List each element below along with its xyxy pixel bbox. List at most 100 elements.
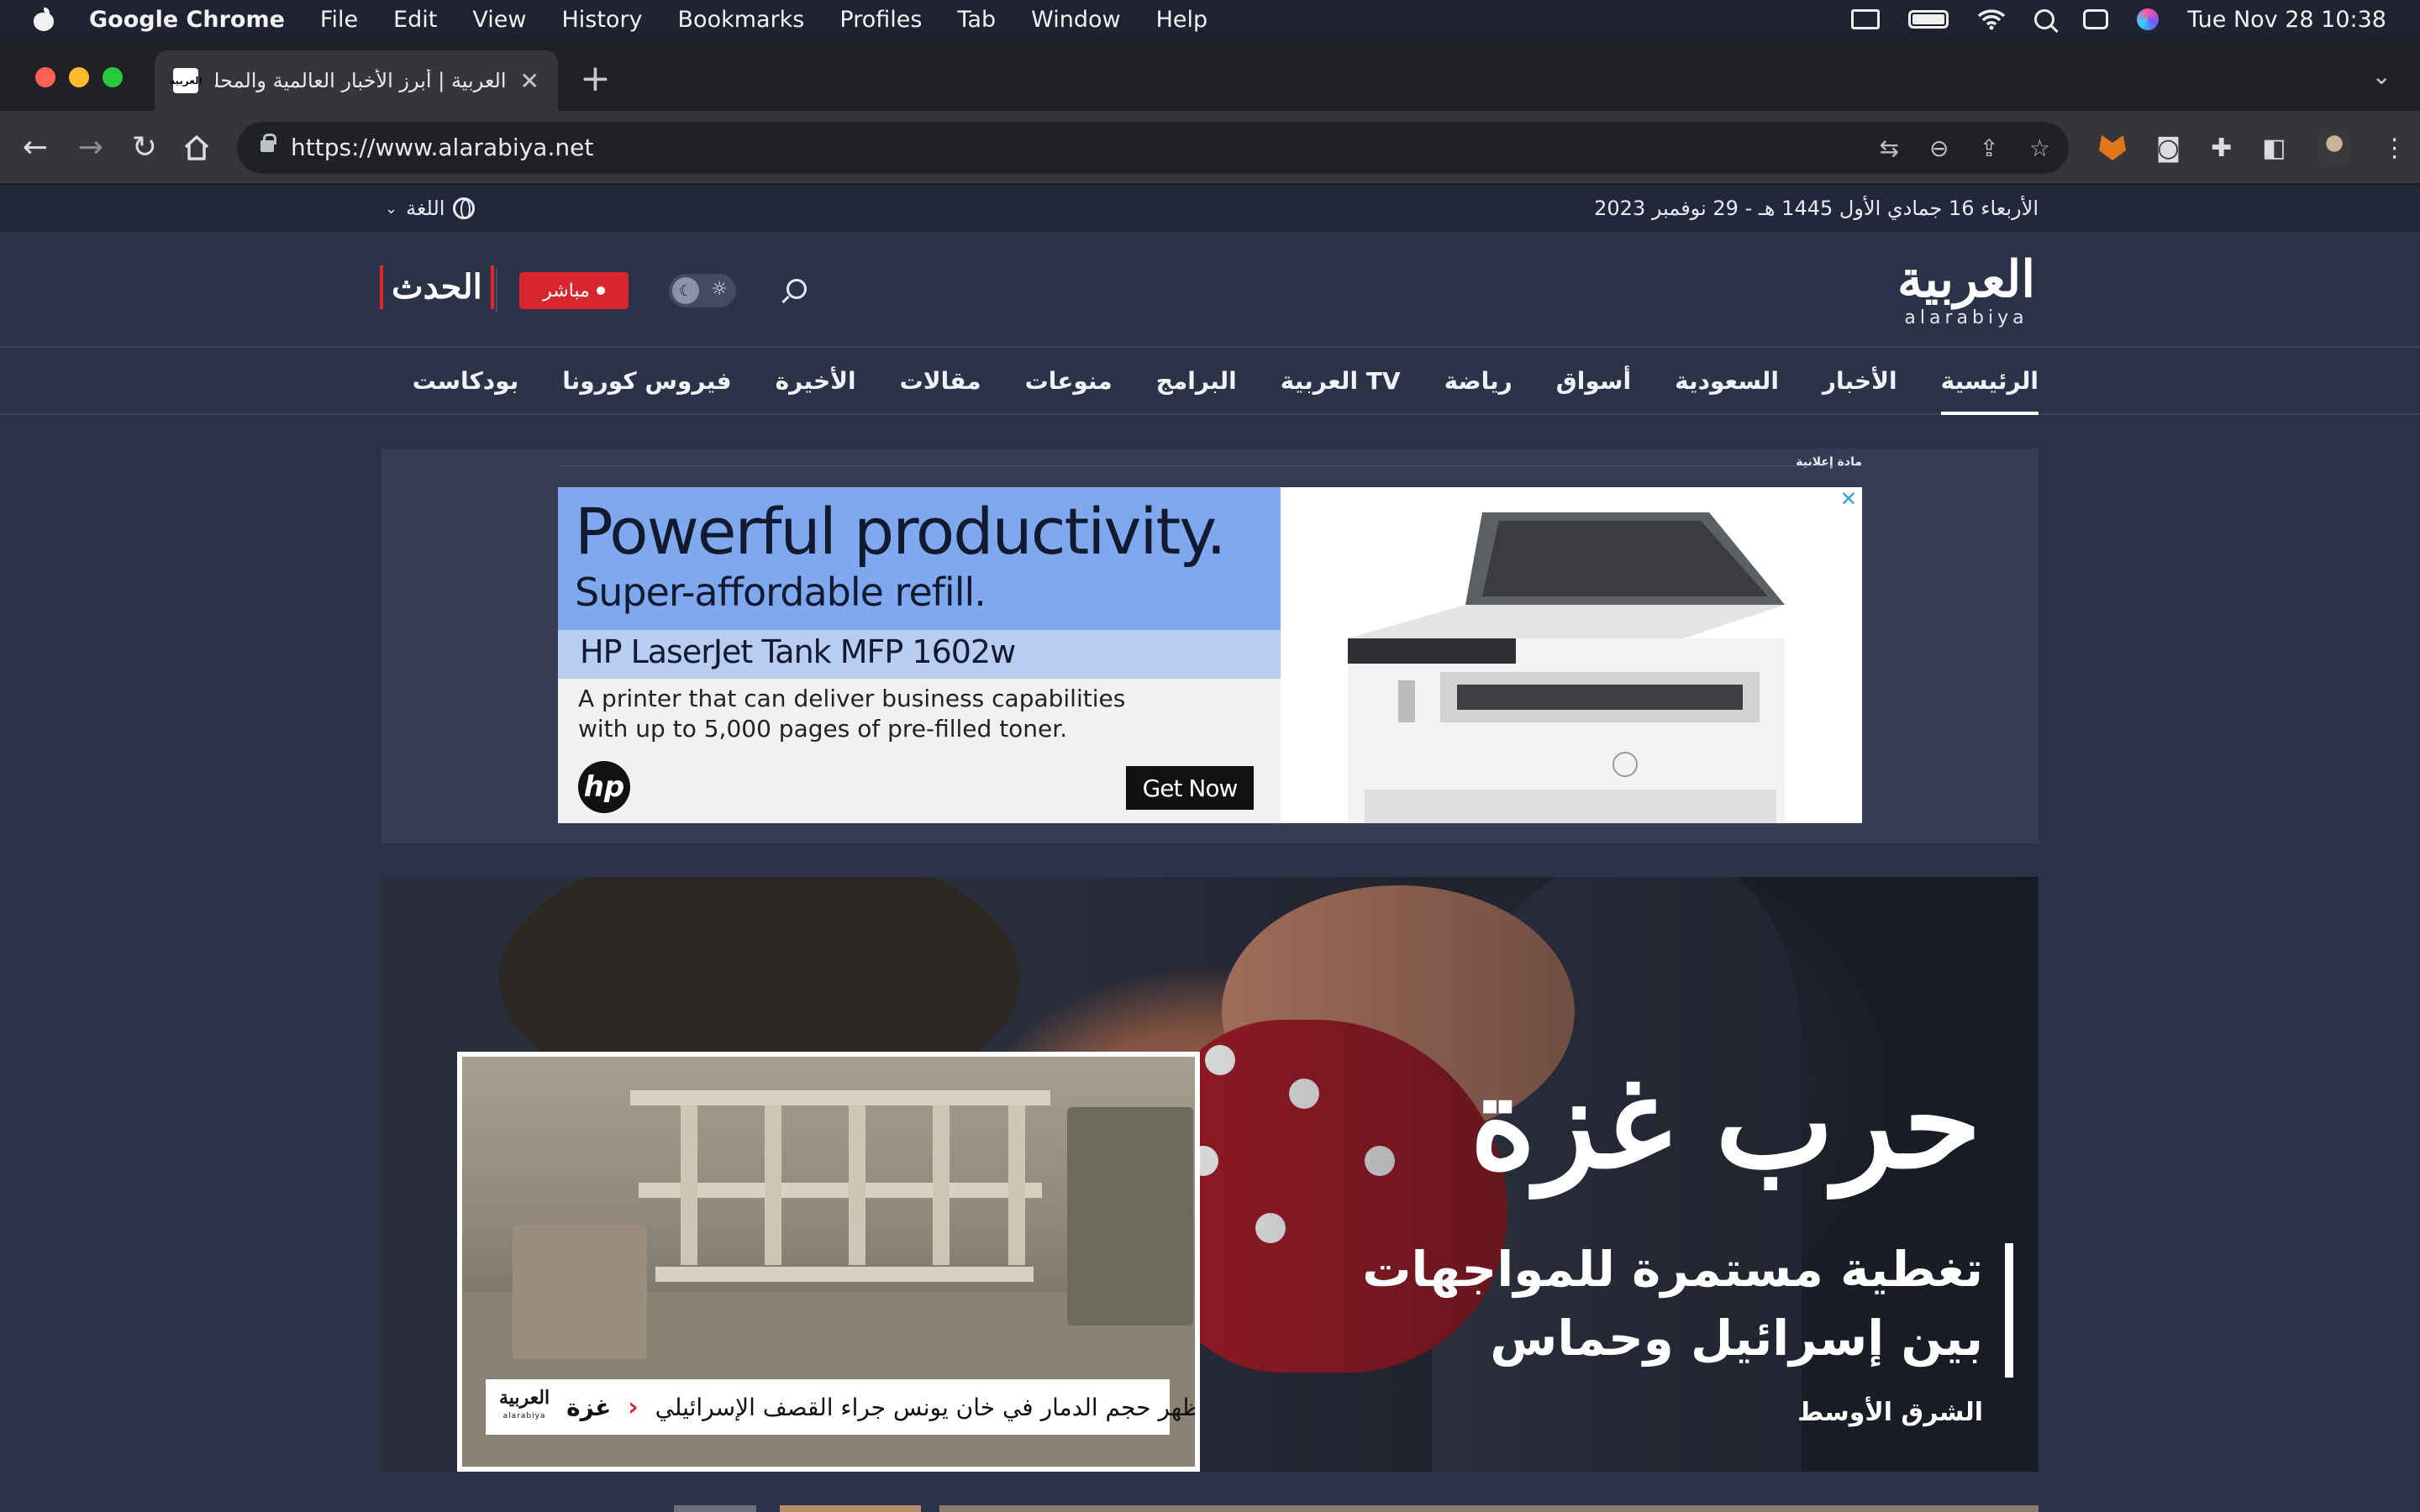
side-panel-icon[interactable]: ◧ <box>2262 134 2286 163</box>
nav-item-alarabiya-tv[interactable]: العربية TV <box>1281 348 1401 415</box>
nav-item-articles[interactable]: مقالات <box>900 348 981 415</box>
apple-menu-icon[interactable] <box>34 8 54 31</box>
alhadath-logo[interactable]: الحدث <box>380 265 494 309</box>
ad-subheadline: Super-affordable refill. <box>575 570 986 615</box>
live-dot-icon <box>596 286 605 295</box>
nav-item-saudi[interactable]: السعودية <box>1675 348 1779 415</box>
ad-label: مادة إعلانية <box>1796 455 1862 469</box>
site-header: العربية alarabiya ☾ ☼ مباشر الحدث <box>0 232 2420 348</box>
hero-subtitle[interactable]: تغطية مستمرة للمواجهات بين إسرائيل وحماس <box>1311 1235 1983 1373</box>
nav-item-home[interactable]: الرئيسية <box>1940 348 2039 415</box>
video-caption-bar[interactable]: العربية alarabiya غزة ‹ صور جوية تظهر حج… <box>486 1379 1195 1435</box>
hero-accent-bar <box>2005 1243 2013 1378</box>
reload-button[interactable]: ↻ <box>128 129 161 166</box>
menu-clock[interactable]: Tue Nov 28 10:38 <box>2187 7 2386 33</box>
menu-tab[interactable]: Tab <box>957 7 996 33</box>
nav-item-podcast[interactable]: بودكاست <box>413 348 518 415</box>
menu-view[interactable]: View <box>472 7 526 33</box>
browser-toolbar: ← → ↻ https://www.alarabiya.net ⇆ ⊖ ⇪ ☆ … <box>0 111 2420 185</box>
tab-favicon: العربية <box>169 68 203 93</box>
zoom-icon[interactable]: ⊖ <box>1929 134 1949 162</box>
menu-profiles[interactable]: Profiles <box>839 7 922 33</box>
macos-menu-bar: Google Chrome File Edit View History Boo… <box>0 0 2420 39</box>
bookmark-star-icon[interactable]: ☆ <box>2029 134 2050 162</box>
ticker-tag: غزة <box>566 1393 612 1421</box>
search-icon[interactable] <box>786 279 807 299</box>
display-icon[interactable] <box>1851 9 1881 29</box>
url-text[interactable]: https://www.alarabiya.net <box>291 122 593 174</box>
get-now-button[interactable]: Get Now <box>1126 766 1254 810</box>
next-section-thumbnail <box>674 1505 756 1512</box>
nav-item-coronavirus[interactable]: فيروس كورونا <box>562 348 731 415</box>
fullscreen-window-button[interactable] <box>103 67 123 87</box>
chevron-down-icon: ⌄ <box>385 199 398 218</box>
printer-image <box>1348 512 1785 823</box>
sun-icon: ☼ <box>711 279 728 300</box>
nav-item-sports[interactable]: رياضة <box>1444 348 1512 415</box>
chevron-left-icon: ‹ <box>628 1392 639 1422</box>
nav-item-programs[interactable]: البرامج <box>1156 348 1237 415</box>
current-date: الأربعاء 16 جمادي الأول 1445 هـ - 29 نوف… <box>1594 197 2039 220</box>
hero-banner[interactable]: العربية alarabiya غزة ‹ صور جوية تظهر حج… <box>381 877 2039 1472</box>
forward-button[interactable]: → <box>74 129 108 166</box>
globe-icon <box>453 197 476 219</box>
profile-avatar[interactable] <box>2316 130 2352 165</box>
alarabiya-logo[interactable]: العربية alarabiya <box>1897 252 2035 328</box>
battery-icon[interactable] <box>1908 10 1949 29</box>
ad-product: HP LaserJet Tank MFP 1602w <box>580 633 1016 670</box>
control-center-icon[interactable] <box>2083 9 2109 29</box>
moon-icon: ☾ <box>672 277 699 304</box>
hp-printer-ad[interactable]: Powerful productivity. Super-affordable … <box>558 487 1862 823</box>
next-section-image <box>939 1505 2039 1512</box>
nav-item-markets[interactable]: أسواق <box>1556 348 1631 415</box>
nav-item-news[interactable]: الأخبار <box>1823 348 1897 415</box>
back-button[interactable]: ← <box>18 129 52 166</box>
address-bar[interactable]: https://www.alarabiya.net ⇆ ⊖ ⇪ ☆ <box>237 122 2069 174</box>
ticker-logo: العربية alarabiya <box>499 1387 550 1420</box>
theme-toggle[interactable]: ☾ ☼ <box>669 274 736 307</box>
menu-help[interactable]: Help <box>1156 7 1208 33</box>
menu-edit[interactable]: Edit <box>393 7 437 33</box>
spotlight-icon[interactable] <box>2034 9 2055 29</box>
ad-headline: Powerful productivity. <box>575 494 1227 569</box>
menu-history[interactable]: History <box>561 7 642 33</box>
menu-file[interactable]: File <box>320 7 358 33</box>
lock-icon[interactable] <box>260 134 276 152</box>
nav-item-latest[interactable]: الأخيرة <box>776 348 856 415</box>
new-tab-button[interactable]: + <box>580 60 611 97</box>
main-navigation: الرئيسية الأخبار السعودية أسواق رياضة ال… <box>0 348 2420 415</box>
live-button[interactable]: مباشر <box>519 272 629 309</box>
tab-strip: العربية العربية | أبرز الأخبار العالمية … <box>0 39 2420 111</box>
logo-arabic: العربية <box>1897 250 2035 309</box>
home-icon[interactable] <box>182 133 212 163</box>
camera-extension-icon[interactable]: ◙ <box>2156 134 2181 163</box>
featured-video-card[interactable]: العربية alarabiya غزة ‹ صور جوية تظهر حج… <box>457 1052 1200 1472</box>
ad-close-icon[interactable]: ✕ <box>1840 487 1857 511</box>
ad-body: A printer that can deliver business capa… <box>578 685 1126 743</box>
translate-icon[interactable]: ⇆ <box>1879 134 1898 162</box>
ad-container: مادة إعلانية Powerful productivity. Supe… <box>381 449 2039 843</box>
tab-title: العربية | أبرز الأخبار العالمية والمحلية <box>215 69 507 92</box>
menu-window[interactable]: Window <box>1031 7 1120 33</box>
menu-bookmarks[interactable]: Bookmarks <box>678 7 805 33</box>
close-tab-icon[interactable]: ✕ <box>520 67 539 95</box>
siri-icon[interactable] <box>2137 8 2160 30</box>
extensions-puzzle-icon[interactable]: ✚ <box>2211 134 2232 163</box>
chrome-menu-icon[interactable]: ⋮ <box>2382 134 2407 163</box>
language-selector[interactable]: ⌄ اللغة <box>385 185 476 232</box>
logo-latin: alarabiya <box>1904 307 2028 328</box>
next-section-thumbnail <box>780 1505 921 1512</box>
metamask-extension-icon[interactable] <box>2099 135 2126 160</box>
language-label: اللغة <box>406 197 445 220</box>
minimize-window-button[interactable] <box>69 67 89 87</box>
hero-title[interactable]: حرب غزة <box>1470 1052 1981 1194</box>
close-window-button[interactable] <box>35 67 55 87</box>
nav-item-variety[interactable]: منوعات <box>1025 348 1113 415</box>
browser-tab[interactable]: العربية العربية | أبرز الأخبار العالمية … <box>155 50 558 111</box>
tab-search-chevron-icon[interactable]: ⌄ <box>2372 62 2391 90</box>
app-menu[interactable]: Google Chrome <box>89 7 285 33</box>
wifi-icon[interactable] <box>1977 8 2006 30</box>
share-icon[interactable]: ⇪ <box>1979 134 1998 162</box>
hp-logo: hp <box>578 761 630 813</box>
date-bar: ⌄ اللغة الأربعاء 16 جمادي الأول 1445 هـ … <box>0 185 2420 232</box>
